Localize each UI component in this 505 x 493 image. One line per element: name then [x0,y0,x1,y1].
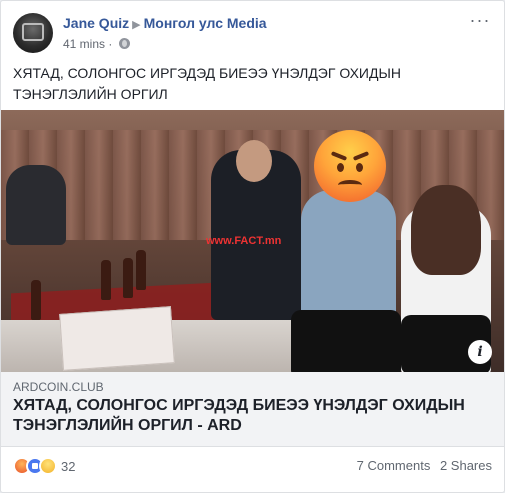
comments-count-link[interactable]: 7 Comments [357,458,431,473]
post-text: ХЯТАД, СОЛОНГОС ИРГЭДЭД БИЕЭЭ ҮНЭЛДЭГ ОХ… [13,65,401,102]
image-bottle [136,250,146,290]
avatar-logo-icon [22,23,44,41]
image-person-hair [411,185,481,275]
angry-face-emoji-icon [314,130,386,202]
emoji-brow [330,151,348,161]
link-preview-box[interactable]: ARDCOIN.CLUB ХЯТАД, СОЛОНГОС ИРГЭДЭД БИЕ… [1,372,504,447]
shares-count-link[interactable]: 2 Shares [440,458,492,473]
emoji-brow [352,151,370,161]
meta-dot: · [108,37,113,51]
image-pizza-box [59,306,175,371]
image-watermark: www.FACT.mn [206,235,282,247]
post-footer: 32 7 Comments 2 Shares [13,455,492,479]
image-bottle [31,280,41,320]
more-options-icon[interactable]: ··· [468,11,492,33]
author-avatar[interactable] [13,13,53,53]
link-preview-image[interactable]: www.FACT.mn i [1,110,504,372]
author-name-link[interactable]: Jane Quiz [63,15,129,31]
link-domain: ARDCOIN.CLUB [13,380,104,394]
emoji-eye [337,163,344,172]
globe-icon[interactable] [118,38,130,49]
link-title[interactable]: ХЯТАД, СОЛОНГОС ИРГЭДЭД БИЕЭЭ ҮНЭЛДЭГ ОХ… [13,396,483,436]
image-person-legs [291,310,401,372]
post-timestamp-link[interactable]: 41 mins [63,37,105,51]
emoji-eye [356,163,363,172]
post-stats: 7 Comments 2 Shares [351,458,492,473]
image-person-left [6,165,66,245]
image-bottle [123,258,133,298]
image-bottle [101,260,111,300]
image-person-head [236,140,272,182]
post-author-line: Jane Quiz ▶ Монгол улс Media [63,15,267,31]
post-card: Jane Quiz ▶ Монгол улс Media 41 mins · ···… [0,0,505,493]
post-meta: 41 mins · [63,37,130,51]
emoji-mouth [338,180,362,190]
target-page-link[interactable]: Монгол улс Media [144,15,267,31]
sad-reaction-icon [39,457,57,475]
image-person-woman-denim [291,190,401,372]
info-icon[interactable]: i [468,340,492,364]
share-to-arrow-icon: ▶ [132,19,141,31]
post-header: Jane Quiz ▶ Монгол улс Media 41 mins · ··· [13,11,492,55]
reaction-count: 32 [61,459,76,474]
